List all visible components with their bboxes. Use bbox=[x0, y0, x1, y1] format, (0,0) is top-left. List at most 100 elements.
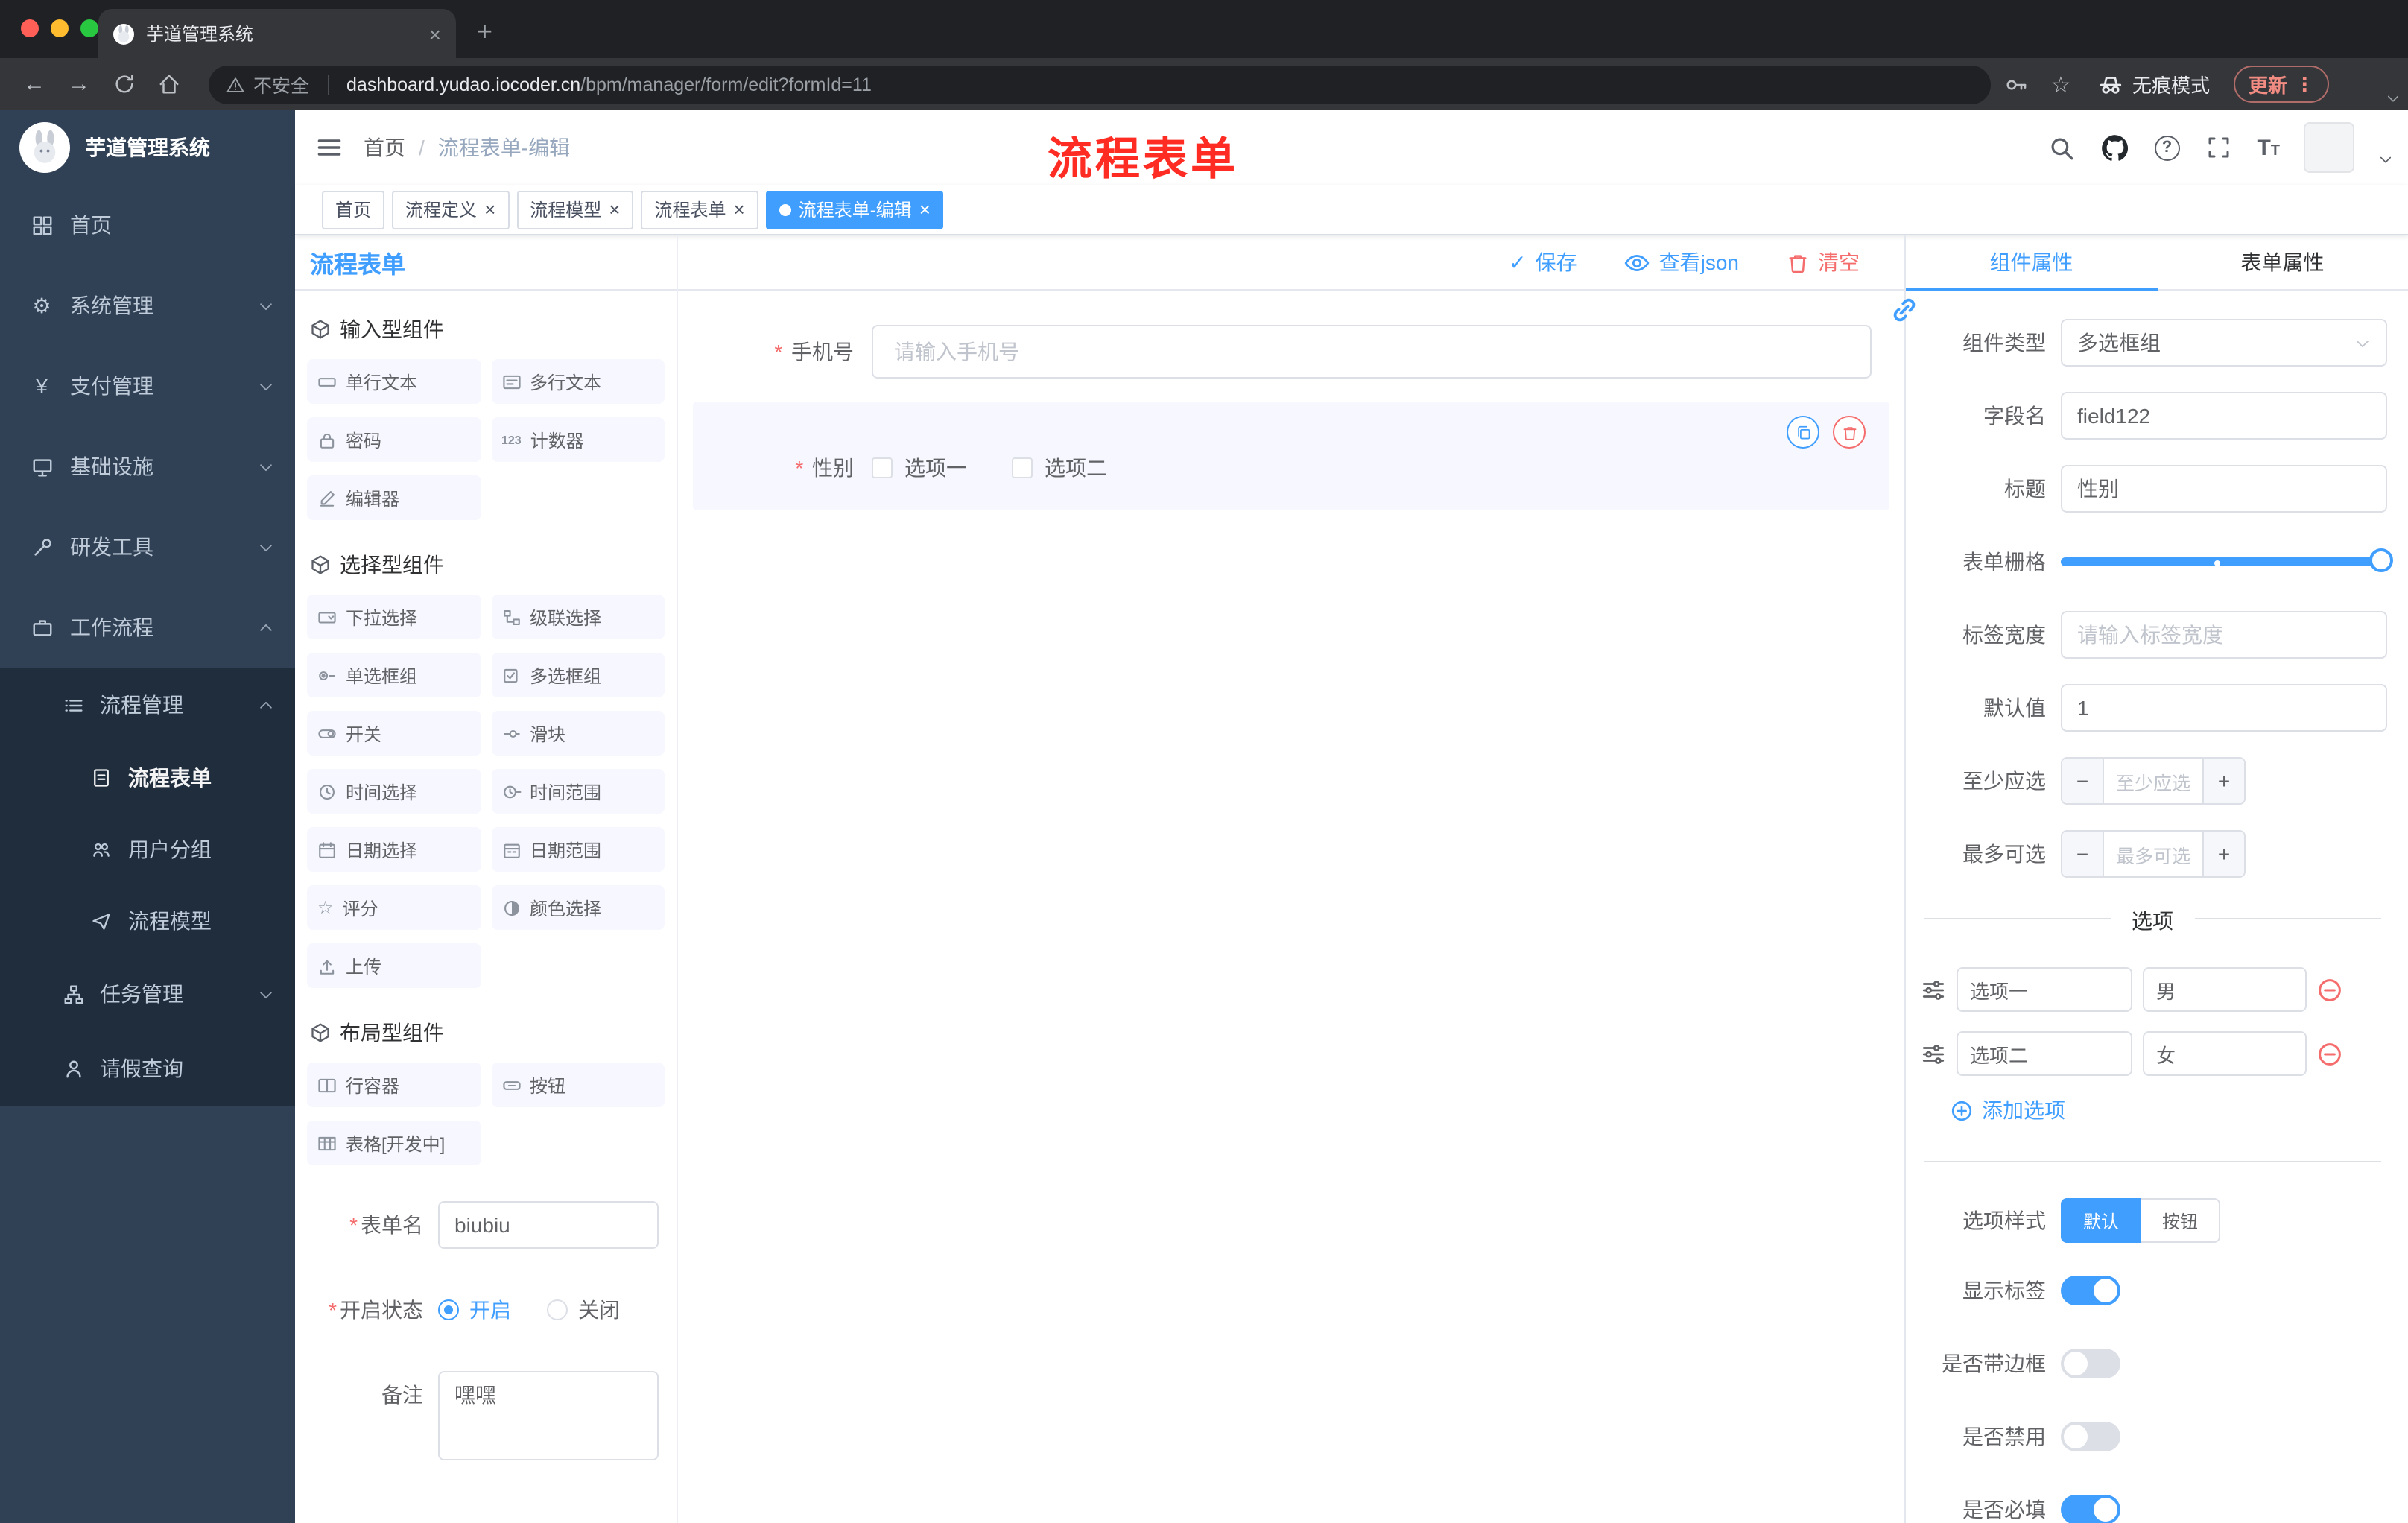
back-button[interactable]: ← bbox=[15, 65, 54, 104]
home-button[interactable] bbox=[149, 65, 188, 104]
form-name-input[interactable] bbox=[438, 1201, 659, 1249]
close-window-button[interactable] bbox=[21, 19, 39, 37]
tag-close-icon[interactable]: × bbox=[734, 200, 745, 219]
palette-item-switch[interactable]: 开关 bbox=[307, 711, 481, 756]
sidebar-item-devtools[interactable]: 研发工具 bbox=[0, 507, 295, 587]
remove-option-icon[interactable] bbox=[2317, 1041, 2342, 1066]
sidebar-item-home[interactable]: 首页 bbox=[0, 185, 295, 265]
style-default-button[interactable]: 默认 bbox=[2061, 1198, 2142, 1243]
url-bar[interactable]: 不安全 dashboard.yudao.iocoder.cn/bpm/manag… bbox=[209, 65, 1991, 104]
show-label-toggle[interactable] bbox=[2061, 1276, 2120, 1305]
drag-handle-icon[interactable] bbox=[1921, 977, 1946, 1002]
bookmark-star-icon[interactable]: ☆ bbox=[2041, 65, 2080, 104]
decrease-button[interactable]: − bbox=[2062, 832, 2104, 876]
increase-button[interactable]: + bbox=[2202, 832, 2244, 876]
palette-item-cascader[interactable]: 级联选择 bbox=[491, 595, 665, 639]
status-off-radio[interactable]: 关闭 bbox=[547, 1295, 620, 1325]
title-input[interactable] bbox=[2061, 465, 2387, 513]
sidebar-item-task-mgmt[interactable]: 任务管理 bbox=[0, 957, 295, 1031]
palette-item-date-picker[interactable]: 日期选择 bbox=[307, 827, 481, 872]
browser-menu-icon[interactable]: ⋮ bbox=[2295, 72, 2314, 96]
component-type-select[interactable]: 多选框组 bbox=[2061, 319, 2387, 367]
max-select-placeholder[interactable]: 最多可选 bbox=[2104, 832, 2202, 876]
sidebar-item-workflow[interactable]: 工作流程 bbox=[0, 587, 295, 668]
drag-handle-icon[interactable] bbox=[1921, 1041, 1946, 1066]
zoom-window-button[interactable] bbox=[80, 19, 98, 37]
disabled-toggle[interactable] bbox=[2061, 1422, 2120, 1451]
palette-item-editor[interactable]: 编辑器 bbox=[307, 475, 481, 520]
link-icon[interactable] bbox=[1889, 295, 1919, 325]
required-toggle[interactable] bbox=[2061, 1495, 2120, 1523]
tag-close-icon[interactable]: × bbox=[484, 200, 495, 219]
tab-form-props[interactable]: 表单属性 bbox=[2157, 235, 2408, 289]
palette-item-time-range[interactable]: 时间范围 bbox=[491, 769, 665, 814]
tag-process-form-edit[interactable]: 流程表单-编辑 × bbox=[765, 190, 944, 229]
view-json-button[interactable]: 查看json bbox=[1625, 247, 1739, 277]
tag-close-icon[interactable]: × bbox=[919, 200, 931, 219]
palette-item-row-container[interactable]: 行容器 bbox=[307, 1063, 481, 1107]
label-width-input[interactable] bbox=[2061, 611, 2387, 659]
grid-slider[interactable] bbox=[2061, 538, 2393, 586]
forward-button[interactable]: → bbox=[60, 65, 98, 104]
tag-process-definition[interactable]: 流程定义 × bbox=[392, 190, 510, 229]
font-size-icon[interactable]: TT bbox=[2257, 136, 2280, 159]
avatar-caret-icon[interactable] bbox=[2378, 152, 2393, 167]
remove-option-icon[interactable] bbox=[2317, 977, 2342, 1002]
gender-option-2-checkbox[interactable]: 选项二 bbox=[1012, 453, 1107, 483]
palette-item-rate[interactable]: ☆ 评分 bbox=[307, 885, 481, 930]
drawing-item-gender-selected[interactable]: * 性别 选项一 选项二 bbox=[693, 402, 1889, 510]
clear-button[interactable]: 清空 bbox=[1787, 247, 1860, 277]
decrease-button[interactable]: − bbox=[2062, 759, 2104, 803]
browser-tab[interactable]: 芋道管理系统 × bbox=[98, 9, 456, 58]
slider-handle[interactable] bbox=[2369, 548, 2393, 572]
sidebar-item-leave-query[interactable]: 请假查询 bbox=[0, 1031, 295, 1106]
palette-item-single-line-text[interactable]: 单行文本 bbox=[307, 359, 481, 404]
sidebar-item-process-mgmt[interactable]: 流程管理 bbox=[0, 668, 295, 742]
palette-item-color-picker[interactable]: 颜色选择 bbox=[491, 885, 665, 930]
palette-item-checkbox-group[interactable]: 多选框组 bbox=[491, 653, 665, 697]
increase-button[interactable]: + bbox=[2202, 759, 2244, 803]
security-warning-icon[interactable] bbox=[226, 75, 244, 93]
delete-item-button[interactable] bbox=[1833, 416, 1866, 449]
tag-close-icon[interactable]: × bbox=[609, 200, 620, 219]
tag-process-model[interactable]: 流程模型 × bbox=[516, 190, 634, 229]
palette-item-button[interactable]: 按钮 bbox=[491, 1063, 665, 1107]
search-icon[interactable] bbox=[2047, 133, 2076, 162]
palette-item-select[interactable]: 下拉选择 bbox=[307, 595, 481, 639]
option-1-name-input[interactable] bbox=[1956, 967, 2132, 1012]
default-value-input[interactable] bbox=[2061, 684, 2387, 732]
github-icon[interactable] bbox=[2100, 133, 2130, 162]
sidebar-item-process-model[interactable]: 流程模型 bbox=[0, 885, 295, 957]
tab-close-icon[interactable]: × bbox=[429, 22, 441, 45]
option-1-value-input[interactable] bbox=[2143, 967, 2307, 1012]
form-remark-textarea[interactable]: 嘿嘿 bbox=[438, 1371, 659, 1460]
sidebar-item-infra[interactable]: 基础设施 bbox=[0, 426, 295, 507]
palette-item-upload[interactable]: 上传 bbox=[307, 943, 481, 988]
phone-input[interactable] bbox=[872, 325, 1872, 379]
reload-button[interactable] bbox=[104, 65, 143, 104]
tag-process-form[interactable]: 流程表单 × bbox=[641, 190, 758, 229]
help-icon[interactable]: ? bbox=[2154, 135, 2180, 160]
gender-option-1-checkbox[interactable]: 选项一 bbox=[872, 453, 967, 483]
browser-update-button[interactable]: 更新 ⋮ bbox=[2234, 66, 2330, 103]
field-name-input[interactable] bbox=[2061, 392, 2387, 440]
sidebar-item-system[interactable]: ⚙ 系统管理 bbox=[0, 265, 295, 346]
min-select-placeholder[interactable]: 至少应选 bbox=[2104, 759, 2202, 803]
drawing-item-phone[interactable]: * 手机号 bbox=[693, 325, 1889, 379]
status-on-radio[interactable]: 开启 bbox=[438, 1295, 511, 1325]
avatar[interactable] bbox=[2304, 122, 2354, 173]
save-button[interactable]: ✓ 保存 bbox=[1509, 247, 1577, 277]
copy-item-button[interactable] bbox=[1787, 416, 1819, 449]
sidebar-item-user-group[interactable]: 用户分组 bbox=[0, 814, 295, 885]
palette-item-multi-line-text[interactable]: 多行文本 bbox=[491, 359, 665, 404]
palette-item-date-range[interactable]: 日期范围 bbox=[491, 827, 665, 872]
toolbar-chevron-down-icon[interactable] bbox=[2386, 91, 2401, 106]
palette-item-table[interactable]: 表格[开发中] bbox=[307, 1121, 481, 1165]
hamburger-icon[interactable] bbox=[295, 110, 364, 185]
password-key-icon[interactable] bbox=[1997, 65, 2035, 104]
sidebar-item-payment[interactable]: ¥ 支付管理 bbox=[0, 346, 295, 426]
sidebar-item-process-form[interactable]: 流程表单 bbox=[0, 742, 295, 814]
palette-item-time-picker[interactable]: 时间选择 bbox=[307, 769, 481, 814]
palette-item-password[interactable]: 密码 bbox=[307, 417, 481, 462]
minimize-window-button[interactable] bbox=[51, 19, 69, 37]
